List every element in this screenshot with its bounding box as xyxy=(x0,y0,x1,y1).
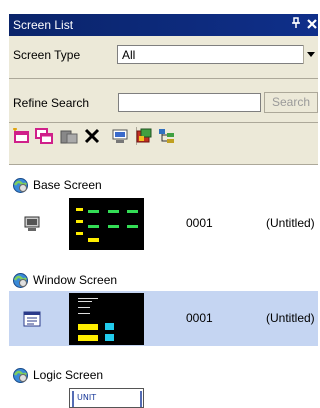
search-button[interactable]: Search xyxy=(264,92,318,113)
properties-icon[interactable] xyxy=(134,126,154,146)
paste-screen-icon[interactable] xyxy=(59,126,79,146)
chevron-down-icon[interactable] xyxy=(303,45,318,64)
screen-group-icon xyxy=(12,272,29,289)
screen-name: (Untitled) xyxy=(266,311,315,325)
new-screen-icon[interactable] xyxy=(11,126,31,146)
group-label: Logic Screen xyxy=(33,368,104,382)
screen-thumbnail: UNIT xyxy=(69,388,144,408)
close-icon[interactable] xyxy=(306,15,318,35)
group-label: Base Screen xyxy=(33,178,102,192)
screen-number: 0001 xyxy=(186,216,213,230)
screen-thumbnail xyxy=(69,198,144,250)
refine-search-label: Refine Search xyxy=(13,96,90,110)
screen-row[interactable]: 0001 (Untitled) xyxy=(9,196,318,251)
pin-icon[interactable] xyxy=(291,17,301,32)
screen-group-icon xyxy=(12,177,29,194)
delete-icon[interactable] xyxy=(82,126,102,146)
screen-thumbnail xyxy=(69,293,144,345)
panel-title: Screen List xyxy=(13,18,74,32)
toolbar xyxy=(9,124,318,150)
group-base-screen[interactable]: Base Screen xyxy=(9,174,318,196)
screen-type-label: Screen Type xyxy=(13,48,81,62)
search-input[interactable] xyxy=(118,93,261,112)
tree-view-icon[interactable] xyxy=(157,126,177,146)
base-screen-icon xyxy=(22,214,42,234)
window-screen-icon xyxy=(22,309,42,329)
panel-titlebar: Screen List xyxy=(9,14,318,36)
monitor-icon[interactable] xyxy=(110,126,130,146)
screen-number: 0001 xyxy=(186,311,213,325)
group-logic-screen[interactable]: Logic Screen xyxy=(9,364,318,386)
screen-type-value: All xyxy=(122,48,136,62)
group-window-screen[interactable]: Window Screen xyxy=(9,269,318,291)
divider xyxy=(9,78,318,79)
copy-screen-icon[interactable] xyxy=(34,126,54,146)
screen-group-icon xyxy=(12,367,29,384)
screen-type-select[interactable]: All xyxy=(117,45,318,64)
screen-list: Base Screen 0001 (Untitled) Window Scree… xyxy=(9,164,318,408)
divider xyxy=(9,122,318,123)
group-label: Window Screen xyxy=(33,273,118,287)
screen-row[interactable]: 0001 (Untitled) xyxy=(9,291,318,346)
screen-name: (Untitled) xyxy=(266,216,315,230)
screen-row[interactable]: UNIT xyxy=(9,386,318,408)
